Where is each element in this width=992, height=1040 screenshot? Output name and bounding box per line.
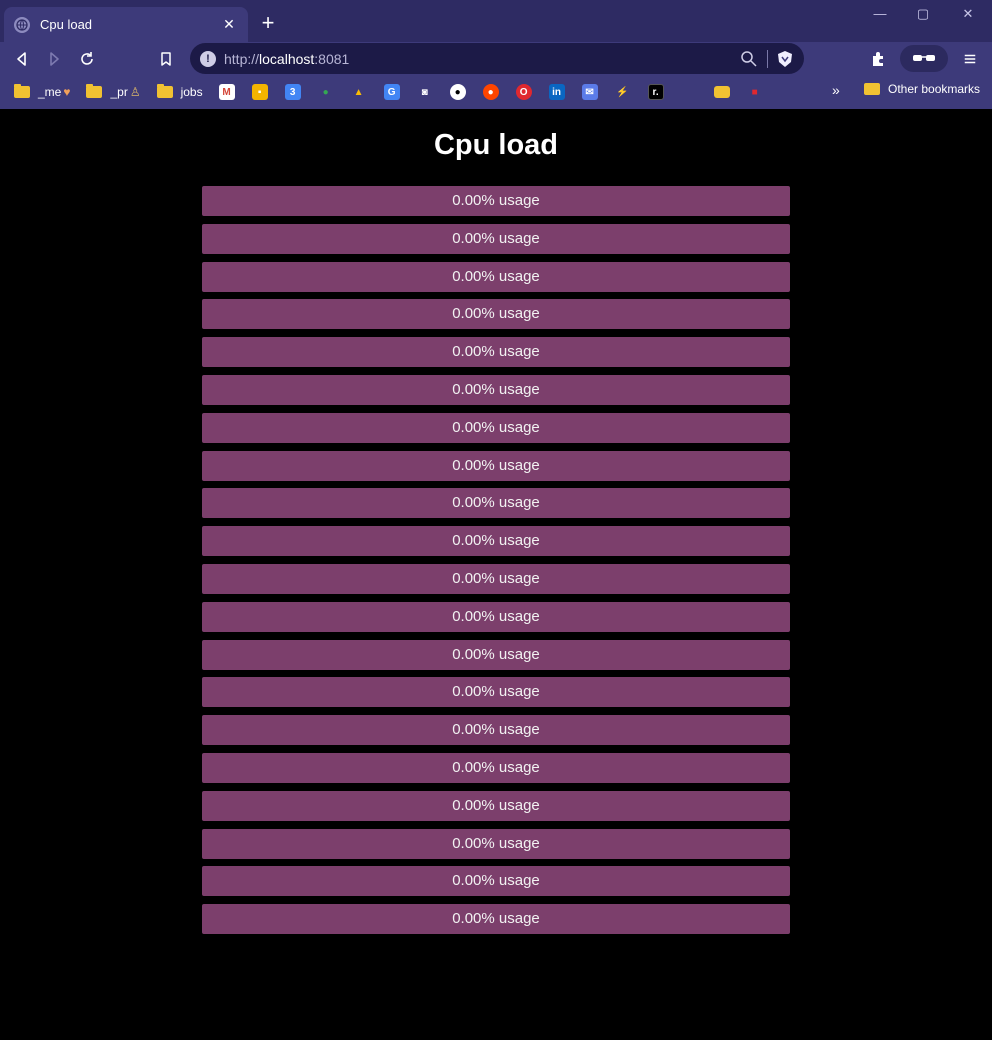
- cpu-usage-label: 0.00% usage: [452, 229, 540, 247]
- cpu-usage-bar: 0.00% usage: [202, 828, 790, 859]
- calendar-icon[interactable]: 3: [284, 84, 301, 100]
- emoji-icon: ♥: [63, 85, 71, 99]
- cpu-usage-label: 0.00% usage: [452, 532, 540, 550]
- close-window-icon[interactable]: ✕: [953, 6, 983, 28]
- brave-shield-icon[interactable]: [776, 50, 794, 68]
- back-icon[interactable]: [10, 47, 34, 71]
- gmail-icon[interactable]: M: [218, 84, 235, 100]
- new-tab-button[interactable]: +: [256, 12, 280, 36]
- other-bookmarks[interactable]: Other bookmarks: [864, 82, 980, 96]
- reload-icon[interactable]: [75, 47, 99, 71]
- browser-chrome: Cpu load ✕ + — ▢ ✕ ! http://localhost:80…: [0, 0, 992, 109]
- page-content: Cpu load 0.00% usage 0.00% usage 0.00% usa…: [0, 109, 992, 1040]
- camera-icon[interactable]: ◙: [417, 84, 433, 100]
- cpu-usage-label: 0.00% usage: [452, 758, 540, 776]
- folder-icon: [864, 83, 880, 95]
- folder-icon: [156, 84, 173, 98]
- cpu-usage-label: 0.00% usage: [452, 683, 540, 701]
- profile-icon[interactable]: [900, 45, 948, 72]
- zoom-icon[interactable]: [739, 49, 759, 69]
- bookmark-folder-me[interactable]: _me ♥: [14, 82, 70, 102]
- cpu-usage-bar: 0.00% usage: [202, 639, 790, 670]
- cpu-usage-label: 0.00% usage: [452, 418, 540, 436]
- tab-title: Cpu load: [40, 17, 93, 32]
- cpu-usage-bar: 0.00% usage: [202, 488, 790, 519]
- cpu-list: 0.00% usage 0.00% usage 0.00% usage 0.00% u…: [202, 186, 790, 942]
- page-title: Cpu load: [433, 129, 559, 161]
- maps-icon[interactable]: ●: [318, 84, 334, 100]
- folder-icon: [86, 84, 103, 98]
- cpu-usage-bar: 0.00% usage: [202, 601, 790, 632]
- cpu-usage-label: 0.00% usage: [452, 721, 540, 739]
- divider: [767, 49, 768, 68]
- cpu-usage-label: 0.00% usage: [452, 380, 540, 398]
- red-icon[interactable]: ■: [747, 84, 763, 100]
- tab-strip: Cpu load ✕ + — ▢ ✕: [0, 0, 992, 42]
- cpu-usage-label: 0.00% usage: [452, 343, 540, 361]
- cpu-usage-bar: 0.00% usage: [202, 374, 790, 405]
- extensions-icon[interactable]: [866, 47, 890, 71]
- toolbar: ! http://localhost:8081: [0, 42, 992, 75]
- cpu-usage-bar: 0.00% usage: [202, 526, 790, 557]
- linkedin-icon[interactable]: in: [548, 84, 565, 100]
- folder-icon: [14, 84, 30, 98]
- cpu-usage-bar: 0.00% usage: [202, 752, 790, 783]
- tab-cpu-load[interactable]: Cpu load ✕: [4, 7, 248, 42]
- cpu-usage-label: 0.00% usage: [452, 607, 540, 625]
- menu-icon[interactable]: [958, 47, 982, 71]
- cpu-usage-bar: 0.00% usage: [202, 715, 790, 746]
- translate-icon[interactable]: G: [383, 84, 400, 100]
- bookmarks-bar: _me ♥ _pr ♙ jobs M ▪ 3 ● ▲ G ◙ ● ● O in ✉ …: [0, 75, 992, 109]
- cpu-usage-label: 0.00% usage: [452, 305, 540, 323]
- bookmark-folder-jobs[interactable]: jobs: [156, 82, 203, 102]
- drive-icon[interactable]: ▲: [351, 84, 367, 100]
- cpu-usage-label: 0.00% usage: [452, 267, 540, 285]
- cpu-usage-bar: 0.00% usage: [202, 450, 790, 481]
- cpu-usage-label: 0.00% usage: [452, 796, 540, 814]
- flow-icon[interactable]: ⚡: [615, 84, 631, 100]
- cpu-usage-bar: 0.00% usage: [202, 337, 790, 368]
- minimize-icon[interactable]: —: [865, 6, 895, 28]
- site-info-icon[interactable]: !: [200, 50, 216, 67]
- cpu-usage-bar: 0.00% usage: [202, 186, 790, 216]
- opera-icon[interactable]: O: [515, 84, 532, 100]
- close-tab-icon[interactable]: ✕: [220, 16, 238, 34]
- cpu-usage-bar: 0.00% usage: [202, 261, 790, 292]
- mail-icon[interactable]: ✉: [581, 84, 598, 100]
- blank-icon[interactable]: [680, 84, 697, 100]
- forward-icon[interactable]: [42, 47, 66, 71]
- more-bookmarks-icon[interactable]: »: [832, 82, 840, 98]
- cpu-usage-bar: 0.00% usage: [202, 299, 790, 330]
- address-bar[interactable]: ! http://localhost:8081: [190, 43, 804, 74]
- globe-icon: [14, 16, 30, 33]
- cpu-usage-bar: 0.00% usage: [202, 904, 790, 935]
- keep-icon[interactable]: ▪: [251, 84, 268, 100]
- cpu-usage-bar: 0.00% usage: [202, 412, 790, 443]
- cpu-usage-label: 0.00% usage: [452, 872, 540, 890]
- cpu-usage-label: 0.00% usage: [452, 569, 540, 587]
- cpu-usage-label: 0.00% usage: [452, 834, 540, 852]
- cpu-usage-bar: 0.00% usage: [202, 866, 790, 897]
- cpu-usage-label: 0.00% usage: [452, 192, 540, 209]
- bookmark-icon[interactable]: [154, 47, 178, 71]
- emoji-icon: ♙: [129, 85, 141, 99]
- cpu-usage-label: 0.00% usage: [452, 456, 540, 474]
- cpu-usage-bar: 0.00% usage: [202, 563, 790, 594]
- maximize-icon[interactable]: ▢: [908, 6, 938, 28]
- reddit-icon[interactable]: ●: [482, 84, 499, 100]
- bookmark-folder-pr[interactable]: _pr ♙: [86, 82, 141, 102]
- cpu-usage-bar: 0.00% usage: [202, 223, 790, 254]
- url-text: http://localhost:8081: [224, 50, 350, 67]
- cpu-usage-label: 0.00% usage: [452, 910, 540, 928]
- r-icon[interactable]: r.: [647, 84, 664, 100]
- cpu-usage-bar: 0.00% usage: [202, 790, 790, 821]
- github-icon[interactable]: ●: [449, 84, 466, 100]
- folder-icon[interactable]: [713, 86, 730, 98]
- cpu-usage-label: 0.00% usage: [452, 494, 540, 512]
- cpu-usage-label: 0.00% usage: [452, 645, 540, 663]
- cpu-usage-bar: 0.00% usage: [202, 677, 790, 708]
